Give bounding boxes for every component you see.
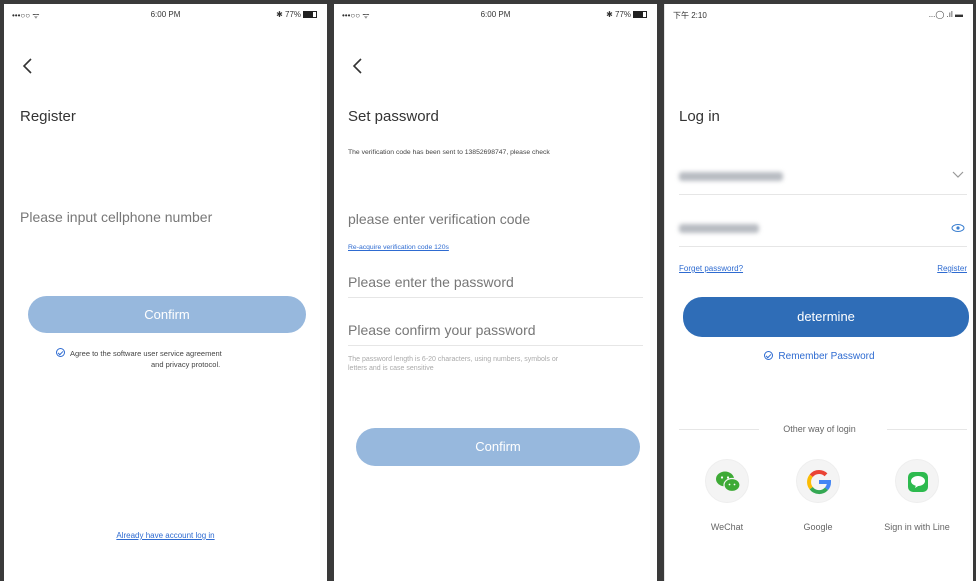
line-login-button[interactable] bbox=[895, 459, 939, 503]
register-link[interactable]: Register bbox=[937, 264, 967, 273]
wechat-label: WeChat bbox=[710, 522, 744, 532]
password-input[interactable]: Please enter the password bbox=[348, 274, 514, 290]
verification-code-input[interactable]: please enter verification code bbox=[348, 211, 530, 227]
line-icon bbox=[908, 472, 928, 492]
password-input-value[interactable] bbox=[679, 224, 759, 233]
google-login-button[interactable] bbox=[796, 459, 840, 503]
google-icon bbox=[807, 469, 831, 495]
wechat-login-button[interactable] bbox=[705, 459, 749, 503]
login-screen: 下午 2:10 ...◯ .ıl ▬ Log in Forget passwor… bbox=[664, 4, 973, 581]
battery-icon bbox=[633, 11, 647, 18]
battery-status: ✱ 77% bbox=[606, 10, 647, 19]
battery-icon bbox=[303, 11, 317, 18]
wechat-icon bbox=[716, 471, 741, 493]
chevron-down-icon[interactable] bbox=[951, 170, 965, 180]
google-label: Google bbox=[803, 522, 833, 532]
confirm-button[interactable]: Confirm bbox=[356, 428, 640, 466]
determine-button[interactable]: determine bbox=[683, 297, 969, 337]
page-title: Register bbox=[20, 108, 76, 125]
set-password-screen: •••○○ ᯤ 6:00 PM ✱ 77% Set password The v… bbox=[334, 4, 657, 581]
page-title: Set password bbox=[348, 108, 439, 125]
check-circle-icon[interactable] bbox=[56, 348, 65, 357]
divider bbox=[348, 345, 643, 346]
confirm-button[interactable]: Confirm bbox=[28, 296, 306, 333]
login-link[interactable]: Already have account log in bbox=[4, 531, 327, 540]
line-label: Sign in with Line bbox=[884, 522, 950, 532]
page-title: Log in bbox=[679, 108, 720, 125]
status-bar: 下午 2:10 ...◯ .ıl ▬ bbox=[665, 4, 973, 26]
status-bar: •••○○ ᯤ 6:00 PM ✱ 77% bbox=[4, 4, 327, 26]
confirm-password-input[interactable]: Please confirm your password bbox=[348, 322, 536, 338]
back-arrow-icon[interactable] bbox=[18, 56, 38, 76]
divider bbox=[679, 246, 967, 247]
password-hint: The password length is 6-20 characters, … bbox=[348, 356, 559, 372]
remember-password-toggle[interactable]: Remember Password bbox=[665, 351, 973, 362]
forget-password-link[interactable]: Forget password? bbox=[679, 264, 743, 273]
divider bbox=[348, 297, 643, 298]
check-circle-icon bbox=[764, 351, 774, 360]
status-time: 下午 2:10 bbox=[673, 11, 707, 20]
account-input-value[interactable] bbox=[679, 172, 783, 181]
status-icons: ...◯ .ıl ▬ bbox=[928, 10, 963, 19]
reacquire-code-link[interactable]: Re-acquire verification code 120s bbox=[348, 244, 449, 251]
status-bar: •••○○ ᯤ 6:00 PM ✱ 77% bbox=[334, 4, 657, 26]
code-sent-notice: The verification code has been sent to 1… bbox=[348, 149, 550, 156]
phone-number-input[interactable]: Please input cellphone number bbox=[20, 209, 212, 225]
battery-status: ✱ 77% bbox=[276, 10, 317, 19]
divider bbox=[679, 194, 967, 195]
divider bbox=[887, 429, 967, 430]
eye-icon[interactable] bbox=[951, 223, 965, 233]
register-screen: •••○○ ᯤ 6:00 PM ✱ 77% Register Please in… bbox=[4, 4, 327, 581]
agreement-text: Agree to the software user service agree… bbox=[56, 348, 222, 370]
back-arrow-icon[interactable] bbox=[348, 56, 368, 76]
